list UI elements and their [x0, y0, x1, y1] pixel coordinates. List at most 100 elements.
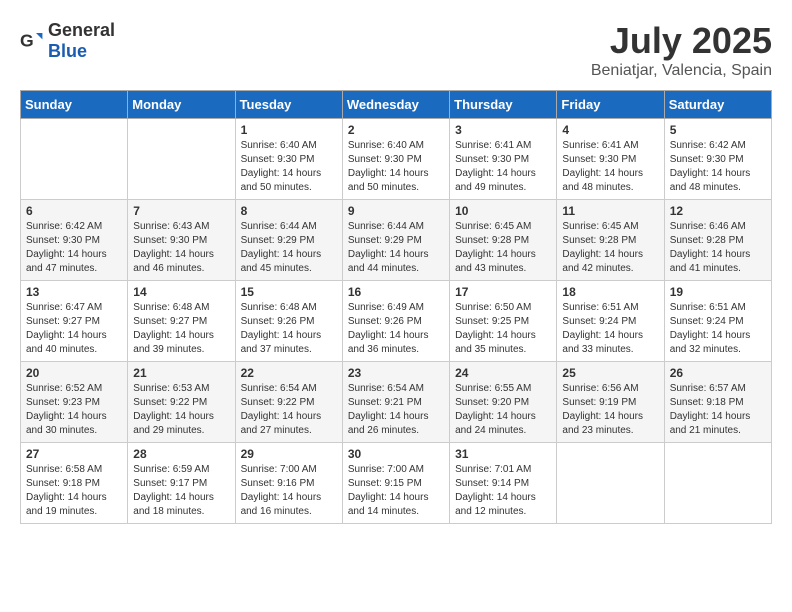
week-row-2: 6Sunrise: 6:42 AMSunset: 9:30 PMDaylight…	[21, 200, 772, 281]
day-number: 4	[562, 123, 658, 137]
calendar-cell: 4 Sunrise: 6:41 AMSunset: 9:30 PMDaylight…	[557, 119, 664, 200]
calendar-cell: 7 Sunrise: 6:43 AMSunset: 9:30 PMDaylight…	[128, 200, 235, 281]
day-info: Sunrise: 6:47 AMSunset: 9:27 PMDaylight:…	[26, 301, 122, 357]
weekday-header-saturday: Saturday	[664, 91, 771, 119]
week-row-3: 13Sunrise: 6:47 AMSunset: 9:27 PMDayligh…	[21, 281, 772, 362]
calendar-cell: 30 Sunrise: 7:00 AMSunset: 9:15 PMDayligh…	[342, 443, 449, 524]
day-number: 28	[133, 447, 229, 461]
location-subtitle: Beniatjar, Valencia, Spain	[591, 62, 772, 80]
day-info: Sunrise: 6:40 AMSunset: 9:30 PMDaylight:…	[348, 139, 444, 195]
calendar-cell	[128, 119, 235, 200]
day-info: Sunrise: 6:41 AMSunset: 9:30 PMDaylight:…	[455, 139, 551, 195]
day-info: Sunrise: 6:42 AMSunset: 9:30 PMDaylight:…	[670, 139, 766, 195]
day-number: 1	[241, 123, 337, 137]
weekday-header-monday: Monday	[128, 91, 235, 119]
calendar-cell: 5 Sunrise: 6:42 AMSunset: 9:30 PMDaylight…	[664, 119, 771, 200]
day-number: 9	[348, 204, 444, 218]
day-info: Sunrise: 6:48 AMSunset: 9:27 PMDaylight:…	[133, 301, 229, 357]
weekday-header-sunday: Sunday	[21, 91, 128, 119]
week-row-4: 20 Sunrise: 6:52 AMSunset: 9:23 PMDayligh…	[21, 362, 772, 443]
day-number: 14	[133, 285, 229, 299]
calendar-cell: 19 Sunrise: 6:51 AMSunset: 9:24 PMDayligh…	[664, 281, 771, 362]
day-number: 26	[670, 366, 766, 380]
calendar-cell: 13Sunrise: 6:47 AMSunset: 9:27 PMDayligh…	[21, 281, 128, 362]
month-year-title: July 2025	[591, 20, 772, 62]
day-number: 8	[241, 204, 337, 218]
day-info: Sunrise: 6:40 AMSunset: 9:30 PMDaylight:…	[241, 139, 337, 195]
day-info: Sunrise: 6:51 AMSunset: 9:24 PMDaylight:…	[670, 301, 766, 357]
calendar-cell: 15 Sunrise: 6:48 AMSunset: 9:26 PMDayligh…	[235, 281, 342, 362]
day-number: 20	[26, 366, 122, 380]
day-info: Sunrise: 6:41 AMSunset: 9:30 PMDaylight:…	[562, 139, 658, 195]
logo-icon: G	[20, 29, 44, 53]
day-info: Sunrise: 6:56 AMSunset: 9:19 PMDaylight:…	[562, 382, 658, 438]
calendar-cell: 26 Sunrise: 6:57 AMSunset: 9:18 PMDayligh…	[664, 362, 771, 443]
calendar-cell: 16Sunrise: 6:49 AMSunset: 9:26 PMDayligh…	[342, 281, 449, 362]
day-number: 15	[241, 285, 337, 299]
calendar-cell: 8Sunrise: 6:44 AMSunset: 9:29 PMDaylight…	[235, 200, 342, 281]
calendar-cell: 2 Sunrise: 6:40 AMSunset: 9:30 PMDaylight…	[342, 119, 449, 200]
day-info: Sunrise: 6:51 AMSunset: 9:24 PMDaylight:…	[562, 301, 658, 357]
calendar-cell: 14 Sunrise: 6:48 AMSunset: 9:27 PMDayligh…	[128, 281, 235, 362]
day-number: 10	[455, 204, 551, 218]
day-number: 5	[670, 123, 766, 137]
weekday-header-thursday: Thursday	[450, 91, 557, 119]
day-number: 25	[562, 366, 658, 380]
title-block: July 2025 Beniatjar, Valencia, Spain	[591, 20, 772, 80]
day-number: 24	[455, 366, 551, 380]
day-info: Sunrise: 6:52 AMSunset: 9:23 PMDaylight:…	[26, 382, 122, 438]
calendar-cell: 3 Sunrise: 6:41 AMSunset: 9:30 PMDaylight…	[450, 119, 557, 200]
day-number: 29	[241, 447, 337, 461]
day-info: Sunrise: 6:53 AMSunset: 9:22 PMDaylight:…	[133, 382, 229, 438]
day-info: Sunrise: 6:45 AMSunset: 9:28 PMDaylight:…	[455, 220, 551, 276]
calendar-cell	[557, 443, 664, 524]
day-info: Sunrise: 6:48 AMSunset: 9:26 PMDaylight:…	[241, 301, 337, 357]
day-number: 19	[670, 285, 766, 299]
calendar-cell: 20 Sunrise: 6:52 AMSunset: 9:23 PMDayligh…	[21, 362, 128, 443]
calendar-cell: 29 Sunrise: 7:00 AMSunset: 9:16 PMDayligh…	[235, 443, 342, 524]
weekday-header-tuesday: Tuesday	[235, 91, 342, 119]
weekday-header-wednesday: Wednesday	[342, 91, 449, 119]
calendar-cell: 24 Sunrise: 6:55 AMSunset: 9:20 PMDayligh…	[450, 362, 557, 443]
day-info: Sunrise: 6:50 AMSunset: 9:25 PMDaylight:…	[455, 301, 551, 357]
day-number: 27	[26, 447, 122, 461]
day-number: 3	[455, 123, 551, 137]
calendar-table: SundayMondayTuesdayWednesdayThursdayFrid…	[20, 90, 772, 524]
day-info: Sunrise: 6:49 AMSunset: 9:26 PMDaylight:…	[348, 301, 444, 357]
logo: G General Blue	[20, 20, 115, 62]
day-info: Sunrise: 6:55 AMSunset: 9:20 PMDaylight:…	[455, 382, 551, 438]
calendar-cell: 9 Sunrise: 6:44 AMSunset: 9:29 PMDaylight…	[342, 200, 449, 281]
logo-general: General	[48, 20, 115, 40]
calendar-cell: 18Sunrise: 6:51 AMSunset: 9:24 PMDayligh…	[557, 281, 664, 362]
day-number: 2	[348, 123, 444, 137]
calendar-cell: 25 Sunrise: 6:56 AMSunset: 9:19 PMDayligh…	[557, 362, 664, 443]
calendar-cell: 22Sunrise: 6:54 AMSunset: 9:22 PMDayligh…	[235, 362, 342, 443]
calendar-cell: 21 Sunrise: 6:53 AMSunset: 9:22 PMDayligh…	[128, 362, 235, 443]
week-row-5: 27 Sunrise: 6:58 AMSunset: 9:18 PMDayligh…	[21, 443, 772, 524]
calendar-cell: 27 Sunrise: 6:58 AMSunset: 9:18 PMDayligh…	[21, 443, 128, 524]
calendar-cell: 10 Sunrise: 6:45 AMSunset: 9:28 PMDayligh…	[450, 200, 557, 281]
day-info: Sunrise: 6:44 AMSunset: 9:29 PMDaylight:…	[348, 220, 444, 276]
day-info: Sunrise: 7:00 AMSunset: 9:16 PMDaylight:…	[241, 463, 337, 519]
day-info: Sunrise: 6:54 AMSunset: 9:22 PMDaylight:…	[241, 382, 337, 438]
page-header: G General Blue July 2025 Beniatjar, Vale…	[20, 20, 772, 80]
calendar-cell: 23Sunrise: 6:54 AMSunset: 9:21 PMDayligh…	[342, 362, 449, 443]
day-info: Sunrise: 6:58 AMSunset: 9:18 PMDaylight:…	[26, 463, 122, 519]
day-info: Sunrise: 6:54 AMSunset: 9:21 PMDaylight:…	[348, 382, 444, 438]
calendar-cell: 6Sunrise: 6:42 AMSunset: 9:30 PMDaylight…	[21, 200, 128, 281]
calendar-cell: 31Sunrise: 7:01 AMSunset: 9:14 PMDayligh…	[450, 443, 557, 524]
calendar-cell: 12Sunrise: 6:46 AMSunset: 9:28 PMDayligh…	[664, 200, 771, 281]
day-info: Sunrise: 6:45 AMSunset: 9:28 PMDaylight:…	[562, 220, 658, 276]
day-number: 31	[455, 447, 551, 461]
weekday-header-friday: Friday	[557, 91, 664, 119]
day-info: Sunrise: 7:00 AMSunset: 9:15 PMDaylight:…	[348, 463, 444, 519]
day-info: Sunrise: 6:43 AMSunset: 9:30 PMDaylight:…	[133, 220, 229, 276]
day-info: Sunrise: 6:57 AMSunset: 9:18 PMDaylight:…	[670, 382, 766, 438]
day-number: 7	[133, 204, 229, 218]
day-number: 21	[133, 366, 229, 380]
week-row-1: 1 Sunrise: 6:40 AMSunset: 9:30 PMDaylight…	[21, 119, 772, 200]
weekday-header-row: SundayMondayTuesdayWednesdayThursdayFrid…	[21, 91, 772, 119]
day-number: 30	[348, 447, 444, 461]
day-info: Sunrise: 6:59 AMSunset: 9:17 PMDaylight:…	[133, 463, 229, 519]
calendar-cell: 28 Sunrise: 6:59 AMSunset: 9:17 PMDayligh…	[128, 443, 235, 524]
